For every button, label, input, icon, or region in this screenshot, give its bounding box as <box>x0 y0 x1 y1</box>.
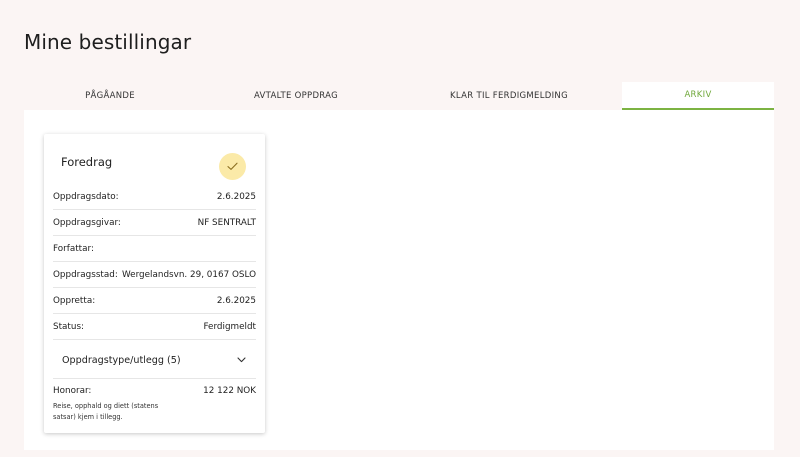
accordion-label: Oppdragstype/utlegg (5) <box>62 354 181 366</box>
row-label: Forfattar: <box>53 243 94 254</box>
status-value: Ferdigmeldt <box>203 321 256 332</box>
card-header: Foredrag <box>44 134 265 188</box>
oppdragstype-accordion[interactable]: Oppdragstype/utlegg (5) <box>53 342 256 379</box>
row-label: Oppdragsdato: <box>53 191 119 202</box>
card-title: Foredrag <box>61 155 113 169</box>
row-oppdragsstad: Oppdragsstad: Wergelandsvn. 29, 0167 OSL… <box>53 262 256 288</box>
honorar-value: 12 122 NOK <box>203 386 256 396</box>
tab-pagaande[interactable]: PÅGÅANDE <box>24 82 196 110</box>
row-label: Oppretta: <box>53 295 96 306</box>
chevron-down-icon <box>237 357 246 363</box>
row-label: Status: <box>53 321 84 332</box>
row-value: 2.6.2025 <box>216 191 256 202</box>
tab-klar-til-ferdigmelding[interactable]: KLAR TIL FERDIGMELDING <box>396 82 622 110</box>
row-value: NF SENTRALT <box>197 217 256 228</box>
row-label: Oppdragsgivar: <box>53 217 121 228</box>
honorar-section: Honorar: 12 122 NOK Reise, opphald og di… <box>53 386 256 423</box>
row-value: 2.6.2025 <box>216 295 256 306</box>
honorar-note: Reise, opphald og diett (statens satsar)… <box>53 402 159 421</box>
row-oppdragsgivar: Oppdragsgivar: NF SENTRALT <box>53 210 256 236</box>
row-oppdragsdato: Oppdragsdato: 2.6.2025 <box>53 184 256 210</box>
row-label: Oppdragsstad: <box>53 269 118 280</box>
order-card: Foredrag Oppdragsdato: 2.6.2025 Oppdrags… <box>44 134 265 433</box>
status-check-badge <box>219 153 246 180</box>
row-forfattar: Forfattar: <box>53 236 256 262</box>
row-status: Status: Ferdigmeldt <box>53 314 256 340</box>
row-oppretta: Oppretta: 2.6.2025 <box>53 288 256 314</box>
tab-avtalte-oppdrag[interactable]: AVTALTE OPPDRAG <box>196 82 396 110</box>
page-title: Mine bestillingar <box>24 30 192 54</box>
row-value: Wergelandsvn. 29, 0167 OSLO <box>122 269 256 280</box>
check-icon <box>227 162 238 170</box>
honorar-label: Honorar: <box>53 386 92 396</box>
tab-bar: PÅGÅANDE AVTALTE OPPDRAG KLAR TIL FERDIG… <box>24 82 774 110</box>
tab-arkiv[interactable]: ARKIV <box>622 82 774 110</box>
